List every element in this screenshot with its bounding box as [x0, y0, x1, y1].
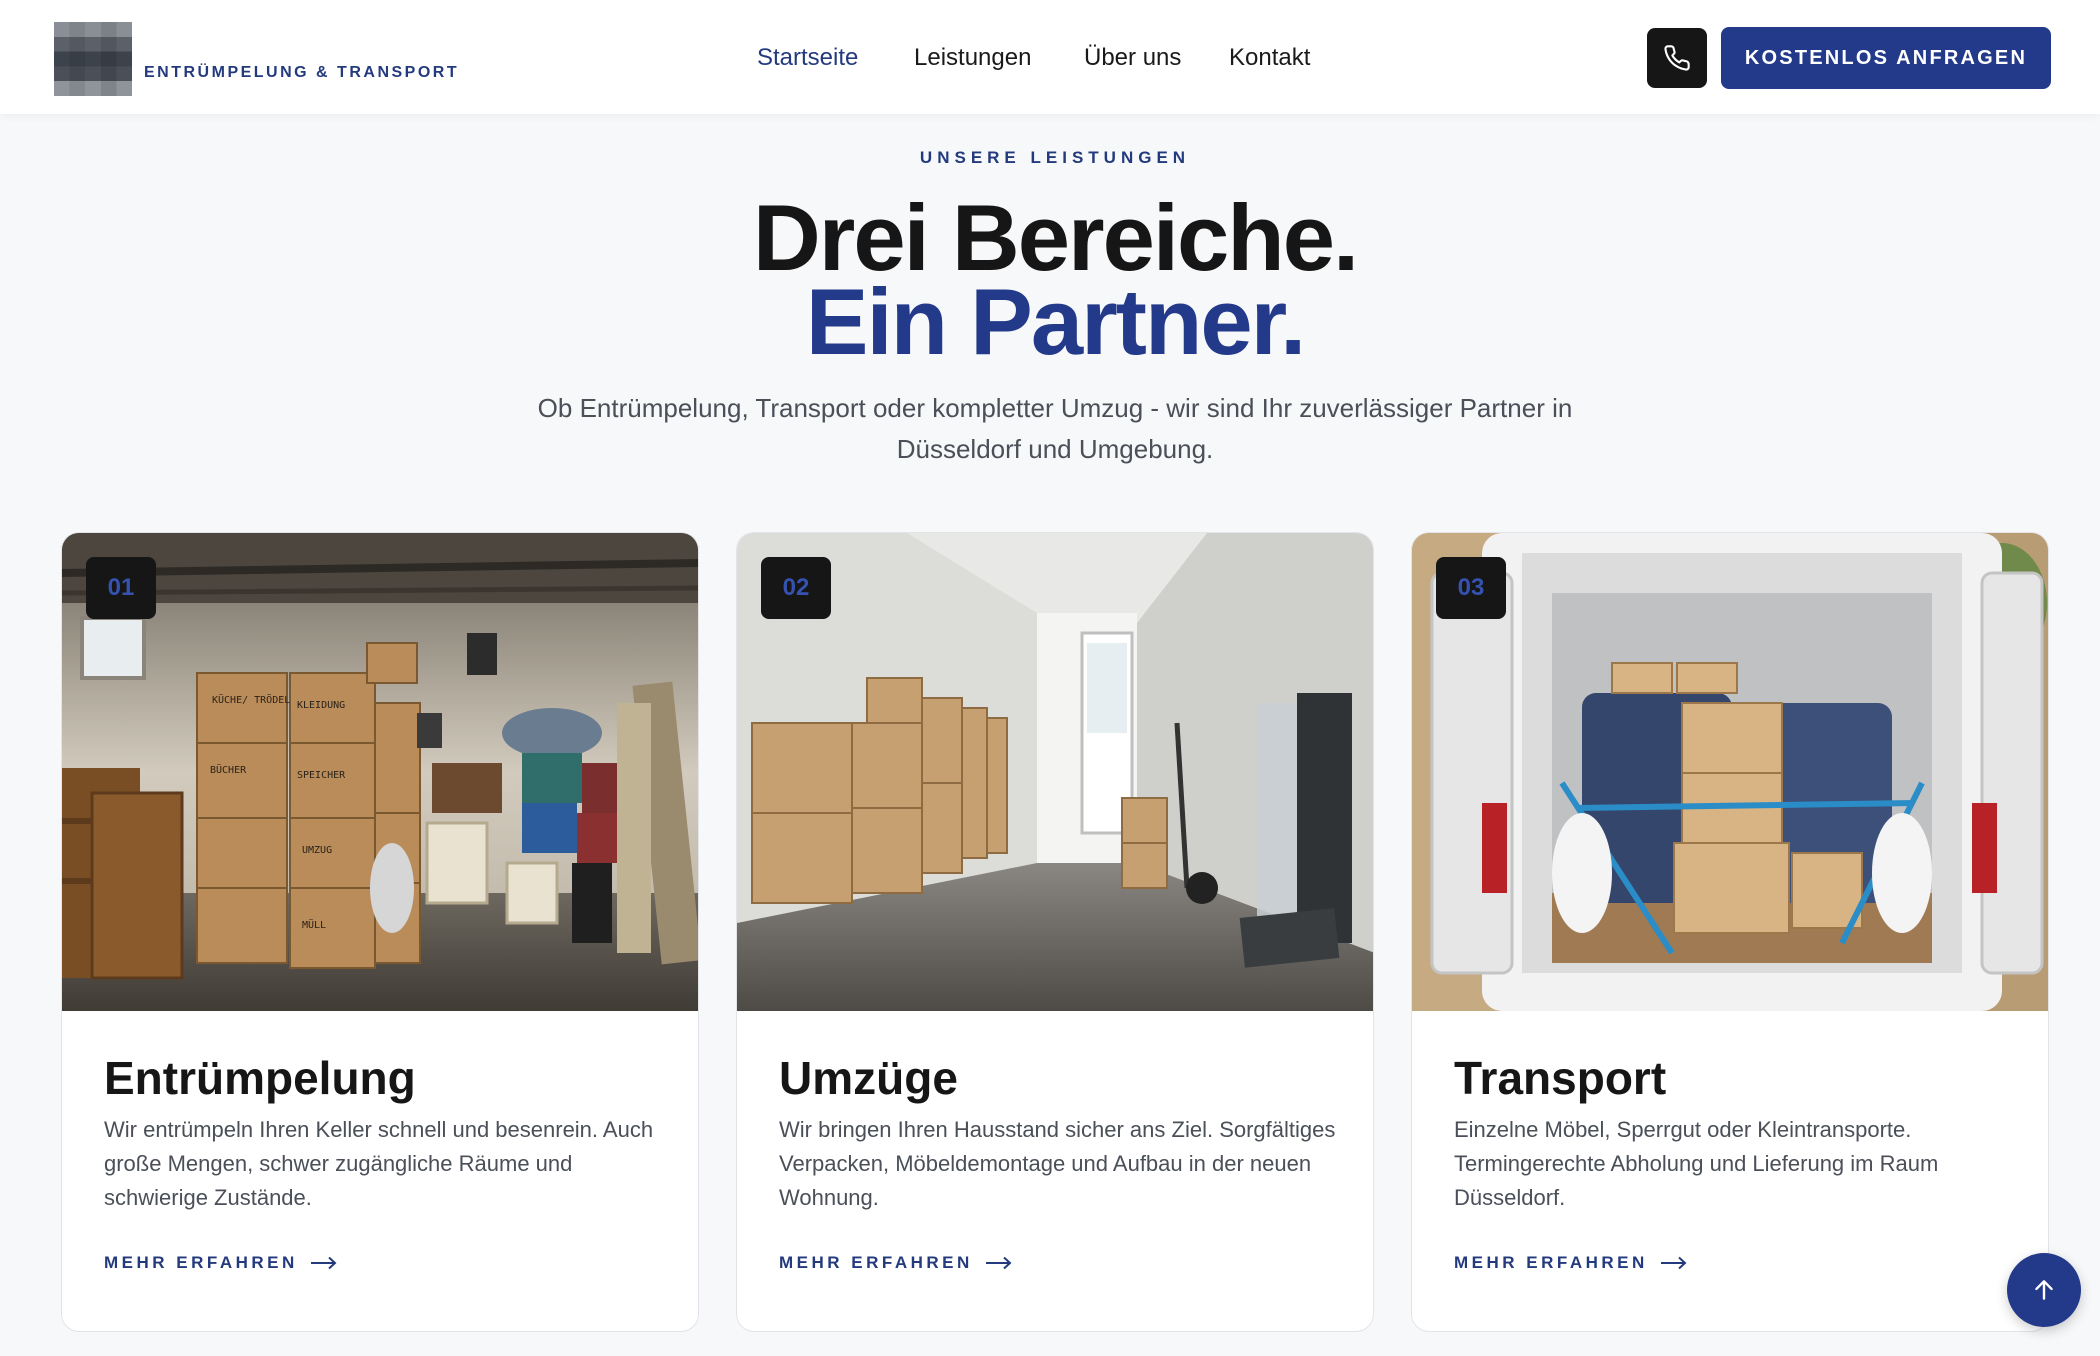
nav-ueber-uns[interactable]: Über uns	[1084, 44, 1181, 72]
more-link-label: MEHR ERFAHREN	[104, 1253, 298, 1272]
card-number-badge: 01	[86, 557, 156, 619]
more-link[interactable]: MEHR ERFAHREN	[779, 1253, 1013, 1273]
section-eyebrow: UNSERE LEISTUNGEN	[919, 148, 1191, 167]
card-title: Umzüge	[779, 1052, 958, 1104]
card-description: Einzelne Möbel, Sperrgut oder Kleintrans…	[1454, 1117, 1939, 1210]
card-number-badge: 03	[1436, 557, 1506, 619]
section-title-line2: Ein Partner.	[805, 269, 1306, 374]
van-photo	[1412, 533, 2048, 1011]
arrow-right-icon	[310, 1256, 337, 1270]
nav-leistungen[interactable]: Leistungen	[914, 44, 1031, 72]
site-header: ENTRÜMPELUNG & TRANSPORT Startseite Leis…	[0, 0, 2100, 114]
box-label: MÜLL	[302, 918, 326, 931]
scroll-to-top-button[interactable]	[2007, 1253, 2081, 1327]
box-label: SPEICHER	[297, 770, 346, 781]
card-description: Wir bringen Ihren Hausstand sicher ans Z…	[779, 1117, 1336, 1210]
card-title: Entrümpelung	[104, 1052, 416, 1104]
cta-request-button[interactable]: KOSTENLOS ANFRAGEN	[1721, 27, 2051, 89]
brand-tagline: ENTRÜMPELUNG & TRANSPORT	[144, 64, 460, 81]
logo[interactable]	[54, 22, 132, 96]
box-label: BÜCHER	[210, 763, 247, 776]
service-card-transport[interactable]: 03 Transport Einzelne Möbel, Sperrgut od…	[1411, 532, 2049, 1332]
card-number-badge: 02	[761, 557, 831, 619]
moving-photo	[737, 533, 1373, 1011]
more-link[interactable]: MEHR ERFAHREN	[1454, 1253, 1688, 1273]
more-link[interactable]: MEHR ERFAHREN	[104, 1253, 338, 1273]
nav-kontakt[interactable]: Kontakt	[1229, 44, 1310, 72]
section-lead: Ob Entrümpelung, Transport oder komplett…	[537, 393, 1573, 464]
arrow-right-icon	[1660, 1256, 1687, 1270]
phone-icon	[1664, 45, 1690, 71]
box-label: UMZUG	[302, 845, 332, 856]
box-label: KLEIDUNG	[297, 700, 345, 711]
phone-button[interactable]	[1647, 28, 1707, 88]
more-link-label: MEHR ERFAHREN	[779, 1253, 973, 1272]
basement-photo: KÜCHE/ TRÖDEL KLEIDUNG BÜCHER SPEICHER U…	[62, 533, 698, 1011]
arrow-up-icon	[2035, 1280, 2053, 1300]
card-description: Wir entrümpeln Ihren Keller schnell und …	[104, 1117, 654, 1210]
box-label: KÜCHE/ TRÖDEL	[212, 693, 290, 706]
more-link-label: MEHR ERFAHREN	[1454, 1253, 1648, 1272]
service-card-umzuege[interactable]: 02 Umzüge Wir bringen Ihren Hausstand si…	[736, 532, 1374, 1332]
nav-startseite[interactable]: Startseite	[757, 44, 858, 72]
arrow-right-icon	[985, 1256, 1012, 1270]
service-card-entruempelung[interactable]: KÜCHE/ TRÖDEL KLEIDUNG BÜCHER SPEICHER U…	[61, 532, 699, 1332]
card-title: Transport	[1454, 1052, 1667, 1104]
